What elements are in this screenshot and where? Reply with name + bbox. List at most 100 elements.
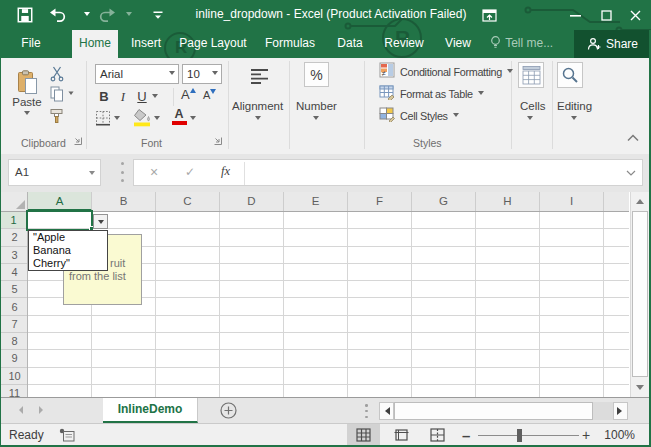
horizontal-scroll-thumb[interactable]: [394, 402, 593, 420]
row-header-3[interactable]: 3: [1, 247, 28, 264]
select-all-corner[interactable]: [1, 192, 28, 212]
cells-dropdown[interactable]: [527, 116, 533, 123]
cell-styles-button[interactable]: Cell Styles: [379, 108, 459, 124]
data-validation-dropdown-button[interactable]: [93, 214, 108, 229]
insert-function-button[interactable]: fx: [221, 164, 230, 179]
column-header-f[interactable]: F: [348, 192, 412, 211]
row-header-9[interactable]: 9: [1, 350, 28, 367]
column-header-b[interactable]: B: [92, 192, 156, 211]
share-button[interactable]: Share: [574, 30, 651, 58]
underline-button[interactable]: U: [135, 88, 149, 105]
ribbon-tab-file[interactable]: File: [8, 30, 54, 58]
ribbon-tab-review[interactable]: Review: [380, 30, 428, 58]
fill-color-button[interactable]: [133, 108, 152, 127]
selected-cell-a1[interactable]: [26, 210, 93, 231]
vertical-scrollbar[interactable]: [630, 192, 649, 397]
borders-button[interactable]: [95, 110, 111, 126]
font-color-dropdown[interactable]: [190, 116, 196, 123]
name-box[interactable]: A1: [8, 159, 101, 186]
ribbon-tab-insert[interactable]: Insert: [126, 30, 166, 58]
page-break-preview-button[interactable]: [421, 424, 454, 446]
ribbon-tab-home[interactable]: Home: [72, 30, 118, 58]
next-sheet-button[interactable]: [39, 406, 47, 414]
editing-button[interactable]: [557, 62, 583, 88]
row-header-5[interactable]: 5: [1, 281, 28, 298]
dropdown-item-2[interactable]: Banana: [29, 244, 107, 257]
alignment-button[interactable]: [245, 64, 273, 88]
save-button[interactable]: [17, 0, 33, 30]
column-header-i[interactable]: I: [540, 192, 604, 211]
undo-button[interactable]: [49, 0, 66, 30]
italic-button[interactable]: I: [117, 88, 129, 105]
editing-dropdown[interactable]: [571, 116, 577, 123]
zoom-out-button[interactable]: –: [462, 427, 470, 444]
dropdown-item-1[interactable]: "Apple: [29, 231, 107, 244]
font-name-combo[interactable]: Arial: [95, 64, 179, 84]
column-header-e[interactable]: E: [284, 192, 348, 211]
cut-button[interactable]: [50, 66, 64, 82]
formula-input[interactable]: [246, 160, 622, 185]
redo-dropdown[interactable]: [126, 0, 132, 30]
paste-button[interactable]: Paste: [9, 62, 45, 126]
cells-button[interactable]: [518, 62, 544, 88]
collapse-ribbon-button[interactable]: [627, 134, 639, 142]
number-format-button[interactable]: %: [304, 62, 329, 87]
tell-me-box[interactable]: Tell me...: [489, 30, 553, 57]
number-dropdown[interactable]: [313, 116, 319, 123]
tab-scrollbar-splitter[interactable]: [365, 404, 368, 418]
row-header-6[interactable]: 6: [1, 299, 28, 316]
expand-formula-bar-icon[interactable]: [626, 170, 636, 176]
zoom-in-button[interactable]: +: [582, 427, 590, 443]
font-dialog-launcher[interactable]: [213, 136, 223, 146]
ribbon-tab-page-layout[interactable]: Page Layout: [176, 30, 250, 58]
new-sheet-button[interactable]: [220, 402, 237, 423]
vertical-scroll-thumb[interactable]: [632, 211, 648, 377]
format-as-table-button[interactable]: Format as Table: [379, 86, 484, 102]
scroll-right-button[interactable]: [613, 402, 628, 420]
previous-sheet-button[interactable]: [15, 406, 23, 414]
dropdown-item-3[interactable]: Cherry": [29, 257, 107, 270]
copy-button[interactable]: [50, 86, 74, 102]
ribbon-tab-data[interactable]: Data: [330, 30, 370, 58]
cancel-button[interactable]: ×: [150, 164, 158, 180]
increase-font-size-button[interactable]: A: [181, 87, 196, 102]
column-header-g[interactable]: G: [412, 192, 476, 211]
enter-button[interactable]: ✓: [185, 165, 195, 179]
row-header-7[interactable]: 7: [1, 316, 28, 333]
zoom-slider-thumb[interactable]: [517, 429, 522, 442]
column-header-c[interactable]: C: [156, 192, 220, 211]
scroll-left-button[interactable]: [379, 402, 394, 420]
page-layout-view-button[interactable]: [385, 424, 418, 446]
ribbon-display-options-button[interactable]: [472, 0, 506, 30]
row-header-2[interactable]: 2: [1, 229, 28, 246]
ribbon-tab-formulas[interactable]: Formulas: [261, 30, 319, 58]
accessibility-checker-button[interactable]: [59, 428, 75, 445]
redo-button[interactable]: [99, 0, 116, 30]
font-size-combo[interactable]: 10: [182, 64, 222, 84]
row-header-11[interactable]: 11: [1, 385, 28, 397]
clipboard-dialog-launcher[interactable]: [73, 136, 83, 146]
undo-dropdown[interactable]: [84, 0, 90, 30]
normal-view-button[interactable]: [347, 424, 380, 446]
close-button[interactable]: [618, 0, 651, 30]
row-header-10[interactable]: 10: [1, 368, 28, 385]
row-header-1[interactable]: 1: [1, 212, 28, 229]
zoom-slider-track[interactable]: [478, 435, 579, 436]
column-header-h[interactable]: H: [476, 192, 540, 211]
sheet-tab-inlinedemo[interactable]: InlineDemo: [103, 398, 198, 423]
decrease-font-size-button[interactable]: A: [203, 89, 216, 101]
formula-bar-resizer[interactable]: [121, 162, 124, 182]
borders-dropdown[interactable]: [114, 116, 120, 123]
bold-button[interactable]: B: [97, 88, 111, 105]
row-header-8[interactable]: 8: [1, 333, 28, 350]
font-color-button[interactable]: A: [171, 108, 187, 125]
scroll-down-button[interactable]: [631, 380, 649, 397]
column-header-d[interactable]: D: [220, 192, 284, 211]
underline-dropdown[interactable]: [152, 94, 158, 101]
fill-color-dropdown[interactable]: [154, 116, 160, 123]
scroll-up-button[interactable]: [631, 192, 649, 209]
validation-dropdown-list[interactable]: "AppleBananaCherry": [28, 230, 108, 271]
ribbon-tab-view[interactable]: View: [438, 30, 478, 58]
format-painter-button[interactable]: [49, 108, 65, 124]
alignment-dropdown[interactable]: [255, 116, 261, 123]
